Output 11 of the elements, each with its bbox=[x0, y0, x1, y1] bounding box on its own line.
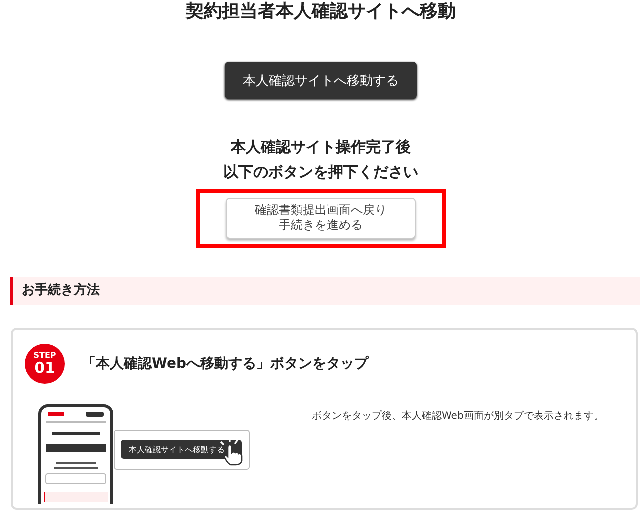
section-heading: お手続き方法 bbox=[10, 276, 640, 305]
step-number: 01 bbox=[34, 360, 56, 377]
instruction-text: 本人確認サイト操作完了後 bbox=[231, 137, 411, 158]
step-title: 「本人確認Webへ移動する」ボタンをタップ bbox=[82, 354, 368, 373]
instruction-text: 以下のボタンを押下ください bbox=[224, 162, 418, 184]
step-label: STEP bbox=[34, 350, 56, 360]
return-button[interactable]: 確認書類提出画面へ戻り 手続きを進める bbox=[226, 198, 416, 239]
page-title: 契約担当者本人確認サイトへ移動 bbox=[186, 0, 456, 24]
step-description: ボタンをタップ後、本人確認Web画面が別タブで表示されます。 bbox=[312, 410, 604, 424]
callout-button-text: 本人確認サイトへ移動する bbox=[129, 444, 225, 456]
move-to-site-button[interactable]: 本人確認サイトへ移動する bbox=[225, 62, 417, 100]
